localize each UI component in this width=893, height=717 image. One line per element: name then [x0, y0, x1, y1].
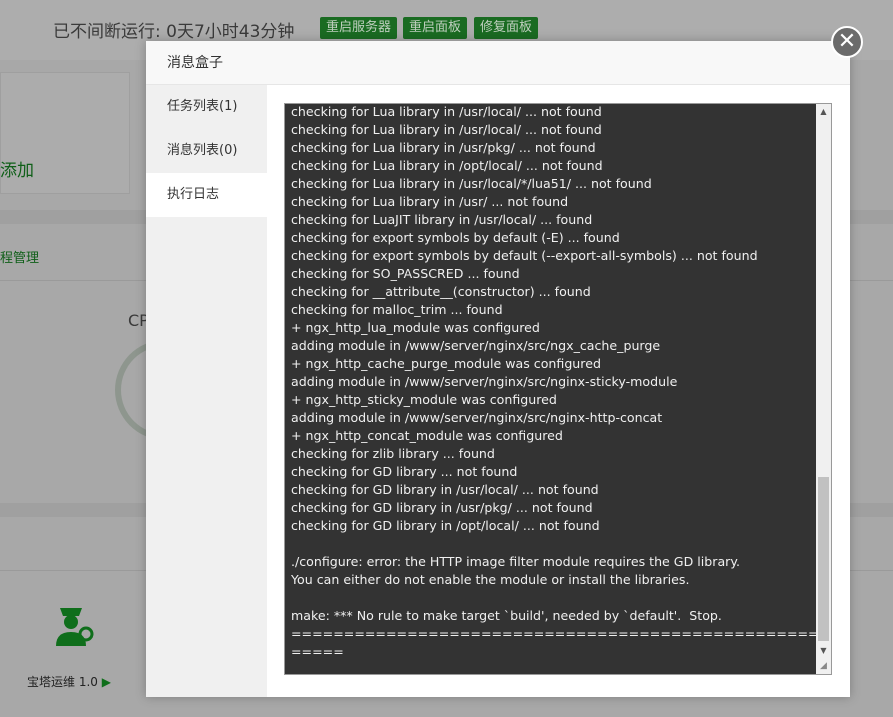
- log-output: checking for Lua library in /usr/local/ …: [291, 104, 819, 659]
- dialog-title: 消息盒子: [146, 41, 850, 85]
- restart-panel-button[interactable]: 重启面板: [403, 17, 468, 39]
- plugin-label[interactable]: 宝塔运维 1.0 ▶: [27, 673, 111, 690]
- add-link[interactable]: 添加: [0, 156, 34, 181]
- plugin-version: 1.0: [78, 675, 98, 689]
- play-icon: ▶: [101, 675, 111, 689]
- plugin-name: 宝塔运维: [27, 675, 76, 689]
- scroll-up-arrow-icon[interactable]: ▲: [816, 104, 831, 120]
- resize-grip-icon[interactable]: ◢: [816, 659, 831, 674]
- tab-execution-log[interactable]: 执行日志: [146, 173, 267, 217]
- log-scrollbar[interactable]: ▲ ▼: [816, 104, 831, 674]
- manage-link[interactable]: 程管理: [0, 247, 39, 266]
- repair-panel-button[interactable]: 修复面板: [474, 17, 539, 39]
- maintenance-plugin-icon[interactable]: [50, 604, 96, 650]
- scroll-down-arrow-icon[interactable]: ▼: [816, 643, 831, 659]
- tab-task-list[interactable]: 任务列表(1): [146, 85, 267, 129]
- log-console[interactable]: checking for Lua library in /usr/local/ …: [284, 103, 832, 675]
- uptime-text: 已不间断运行: 0天7小时43分钟: [53, 22, 295, 42]
- dialog-sidebar: 任务列表(1) 消息列表(0) 执行日志: [146, 85, 267, 697]
- restart-server-button[interactable]: 重启服务器: [320, 17, 398, 39]
- tab-message-list[interactable]: 消息列表(0): [146, 129, 267, 173]
- message-box-dialog: 消息盒子 任务列表(1) 消息列表(0) 执行日志 checking for L…: [146, 41, 850, 697]
- scroll-thumb[interactable]: [818, 477, 829, 641]
- close-icon[interactable]: ✕: [831, 26, 863, 58]
